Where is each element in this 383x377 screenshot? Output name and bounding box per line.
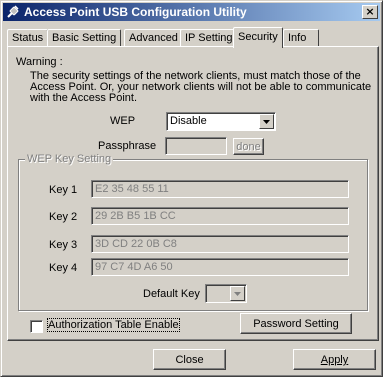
tab-security[interactable]: Security <box>233 27 283 48</box>
key2-input[interactable]: 29 2B B5 1B CC <box>91 207 349 225</box>
chevron-down-icon[interactable] <box>230 286 245 301</box>
wep-key-group-title: WEP Key Setting <box>25 153 114 165</box>
key4-input[interactable]: 97 C7 4D A6 50 <box>91 258 349 276</box>
tab-label: Basic Setting <box>52 32 117 44</box>
app-plug-icon <box>5 4 21 20</box>
window-title: Access Point USB Configuration Utility <box>24 5 247 19</box>
chevron-down-icon[interactable] <box>259 114 274 129</box>
tab-label: Status <box>12 32 44 44</box>
close-button[interactable]: Close <box>153 349 226 370</box>
passphrase-input[interactable] <box>165 137 227 155</box>
key4-label: Key 4 <box>49 262 78 274</box>
wep-select-value: Disable <box>170 115 207 127</box>
security-panel: Warning : The security settings of the n… <box>7 46 379 341</box>
title-bar: Access Point USB Configuration Utility × <box>3 3 380 21</box>
wep-select[interactable]: Disable <box>166 112 276 131</box>
auth-table-checkbox[interactable] <box>30 320 43 333</box>
apply-button[interactable]: Apply <box>293 349 376 370</box>
wep-key-groupbox: WEP Key Setting Key 1 E2 35 48 55 11 Key… <box>18 153 368 311</box>
warning-label: Warning : <box>16 56 63 68</box>
tab-label: Info <box>288 32 307 44</box>
passphrase-label: Passphrase <box>98 140 157 152</box>
close-window-button[interactable]: × <box>362 5 378 19</box>
tab-status[interactable]: Status <box>7 29 49 47</box>
password-setting-button[interactable]: Password Setting <box>240 313 352 334</box>
tab-advanced[interactable]: Advanced <box>124 29 183 47</box>
tab-basic-setting[interactable]: Basic Setting <box>47 29 122 47</box>
tab-label: IP Setting <box>185 32 233 44</box>
tab-label: Security <box>238 31 278 43</box>
default-key-label: Default Key <box>143 288 200 300</box>
tab-label: Advanced <box>129 32 178 44</box>
key1-label: Key 1 <box>49 184 78 196</box>
tab-ip-setting[interactable]: IP Setting <box>180 29 238 47</box>
key3-label: Key 3 <box>49 239 78 251</box>
default-key-select[interactable] <box>205 284 247 303</box>
key3-input[interactable]: 3D CD 22 0B C8 <box>91 235 349 253</box>
done-button[interactable]: done <box>233 138 264 155</box>
auth-table-label[interactable]: Authorization Table Enable <box>47 318 180 332</box>
app-window: Access Point USB Configuration Utility ×… <box>0 0 383 377</box>
key1-input[interactable]: E2 35 48 55 11 <box>91 180 349 198</box>
key2-label: Key 2 <box>49 211 78 223</box>
wep-label: WEP <box>110 115 136 127</box>
tab-info[interactable]: Info <box>283 29 319 47</box>
warning-text: The security settings of the network cli… <box>30 70 372 104</box>
